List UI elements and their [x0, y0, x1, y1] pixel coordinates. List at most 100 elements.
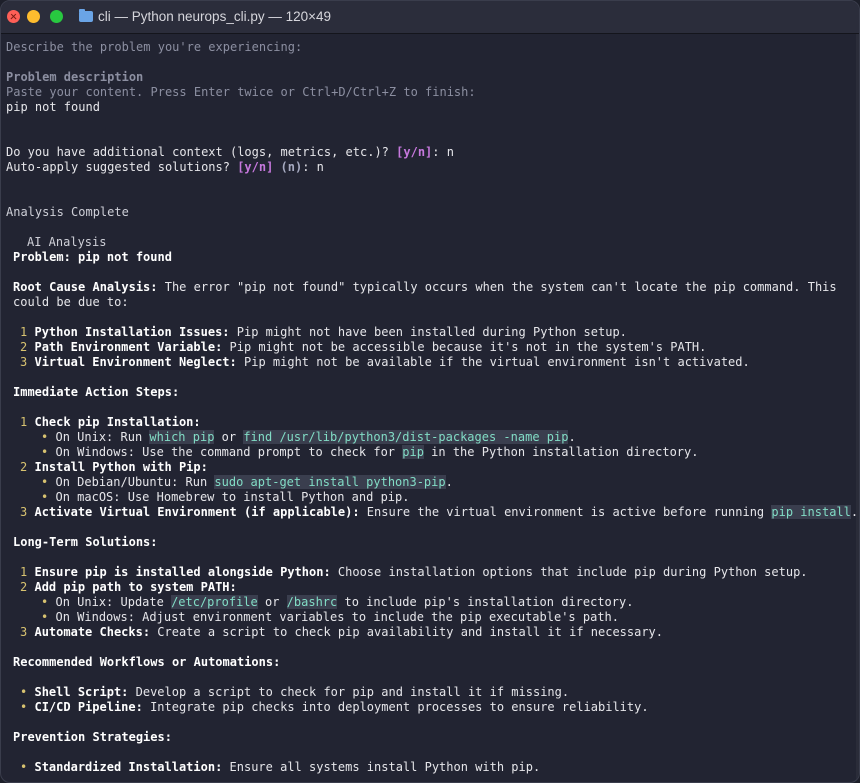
cause-item: 3 Virtual Environment Neglect: Pip might… — [20, 355, 750, 370]
solution-title: Add pip path to system PATH: — [34, 580, 237, 594]
minimize-window-button[interactable] — [27, 10, 40, 23]
immediate-steps-heading: Immediate Action Steps: — [13, 385, 180, 399]
bullet-icon: • — [20, 700, 28, 714]
rca-text-continued: could be due to: — [13, 295, 129, 309]
step-title: Check pip Installation: — [34, 415, 201, 429]
bullet-text: On Windows: Adjust environment variables… — [55, 610, 619, 624]
describe-prompt: Describe the problem you're experiencing… — [6, 40, 303, 54]
list-number: 2 — [20, 580, 28, 594]
list-number: 1 — [20, 325, 28, 339]
list-number: 1 — [20, 565, 28, 579]
bullet-text: or — [257, 595, 287, 609]
solution-text: Create a script to check pip availabilit… — [150, 625, 664, 639]
user-input-line: pip not found — [6, 100, 100, 114]
maximize-window-button[interactable] — [50, 10, 63, 23]
scrollbar-track[interactable] — [856, 34, 859, 782]
step-text: Ensure the virtual environment is active… — [359, 505, 772, 519]
longterm-heading: Long-Term Solutions: — [13, 535, 158, 549]
apply-answer: : n — [302, 160, 324, 174]
bullet-text: On Windows: Use the command prompt to ch… — [55, 445, 403, 459]
bullet-text: . — [445, 475, 453, 489]
bullet-icon: • — [41, 445, 49, 459]
bullet-item: • On macOS: Use Homebrew to install Pyth… — [41, 490, 409, 505]
solution-item: 1 Ensure pip is installed alongside Pyth… — [20, 565, 808, 580]
bullet-item: • On Unix: Run which pip or find /usr/li… — [41, 430, 576, 445]
prevention-heading: Prevention Strategies: — [13, 730, 172, 744]
context-question: Do you have additional context (logs, me… — [6, 145, 397, 159]
bullet-text: or — [214, 430, 244, 444]
context-answer: : n — [432, 145, 454, 159]
bullet-text: On macOS: Use Homebrew to install Python… — [55, 490, 410, 504]
step-item: 3 Activate Virtual Environment (if appli… — [20, 505, 858, 520]
problem-description-label: Problem description — [6, 70, 144, 84]
rca-line: Root Cause Analysis: The error "pip not … — [13, 280, 837, 295]
paste-hint: Paste your content. Press Enter twice or… — [6, 85, 476, 99]
prevention-text: Ensure all systems install Python with p… — [222, 760, 541, 774]
inline-code: which pip — [149, 430, 215, 444]
workflows-heading: Recommended Workflows or Automations: — [13, 655, 281, 669]
bullet-text: to include pip's installation directory. — [337, 595, 634, 609]
bullet-text: On Unix: Run — [55, 430, 150, 444]
bullet-text: . — [568, 430, 576, 444]
cause-title: Python Installation Issues: — [34, 325, 230, 339]
title-bar[interactable]: cli — Python neurops_cli.py — 120×49 — [1, 1, 859, 34]
apply-question-line: Auto-apply suggested solutions? [y/n] (n… — [6, 160, 324, 175]
step-title: Activate Virtual Environment (if applica… — [34, 505, 360, 519]
solution-item: 2 Add pip path to system PATH: — [20, 580, 237, 595]
prevention-item: • Standardized Installation: Ensure all … — [20, 760, 540, 775]
terminal-output[interactable]: Describe the problem you're experiencing… — [1, 34, 859, 782]
apply-choice: [y/n] — [237, 160, 274, 174]
problem-line: Problem: pip not found — [13, 250, 172, 264]
workflow-item: • Shell Script: Develop a script to chec… — [20, 685, 569, 700]
cause-text: Pip might not be accessible because it's… — [222, 340, 707, 354]
inline-code: /etc/profile — [171, 595, 258, 609]
step-item: 1 Check pip Installation: — [20, 415, 201, 430]
rca-label: Root Cause Analysis: — [13, 280, 158, 294]
cause-item: 2 Path Environment Variable: Pip might n… — [20, 340, 706, 355]
workflow-item: • CI/CD Pipeline: Integrate pip checks i… — [20, 700, 649, 715]
workflow-title: Shell Script: — [34, 685, 129, 699]
bullet-icon: • — [41, 610, 49, 624]
bullet-icon: • — [41, 490, 49, 504]
bullet-text: On Unix: Update — [55, 595, 172, 609]
bullet-text: in the Python installation directory. — [423, 445, 699, 459]
bullet-text: On Debian/Ubuntu: Run — [55, 475, 215, 489]
workflow-text: Develop a script to check for pip and in… — [128, 685, 570, 699]
list-number: 2 — [20, 460, 28, 474]
bullet-icon: • — [41, 595, 49, 609]
cause-title: Path Environment Variable: — [34, 340, 223, 354]
list-number: 2 — [20, 340, 28, 354]
inline-code: pip — [402, 445, 424, 459]
folder-icon — [79, 9, 93, 22]
bullet-item: • On Debian/Ubuntu: Run sudo apt-get ins… — [41, 475, 453, 490]
bullet-icon: • — [41, 430, 49, 444]
apply-question: Auto-apply suggested solutions? — [6, 160, 238, 174]
window-title: cli — Python neurops_cli.py — 120×49 — [98, 9, 332, 24]
terminal-window: cli — Python neurops_cli.py — 120×49 Des… — [0, 0, 860, 783]
rca-text: The error "pip not found" typically occu… — [157, 280, 837, 294]
close-window-button[interactable] — [7, 10, 20, 23]
inline-code: sudo apt-get install python3-pip — [214, 475, 446, 489]
workflow-text: Integrate pip checks into deployment pro… — [142, 700, 649, 714]
context-question-line: Do you have additional context (logs, me… — [6, 145, 454, 160]
solution-item: 3 Automate Checks: Create a script to ch… — [20, 625, 663, 640]
bullet-icon: • — [20, 685, 28, 699]
solution-title: Ensure pip is installed alongside Python… — [34, 565, 331, 579]
cause-text: Pip might not have been installed during… — [229, 325, 627, 339]
step-item: 2 Install Python with Pip: — [20, 460, 208, 475]
apply-default: (n) — [273, 160, 303, 174]
bullet-icon: • — [20, 760, 28, 774]
solution-text: Choose installation options that include… — [330, 565, 808, 579]
list-number: 3 — [20, 625, 28, 639]
inline-code: find /usr/lib/python3/dist-packages -nam… — [243, 430, 569, 444]
list-number: 3 — [20, 355, 28, 369]
prevention-title: Standardized Installation: — [34, 760, 223, 774]
bullet-item: • On Unix: Update /etc/profile or /bashr… — [41, 595, 633, 610]
workflow-title: CI/CD Pipeline: — [34, 700, 143, 714]
inline-code: pip install — [771, 505, 851, 519]
analysis-complete: Analysis Complete — [6, 205, 129, 219]
cause-title: Virtual Environment Neglect: — [34, 355, 237, 369]
cause-item: 1 Python Installation Issues: Pip might … — [20, 325, 627, 340]
list-number: 3 — [20, 505, 28, 519]
bullet-icon: • — [41, 475, 49, 489]
